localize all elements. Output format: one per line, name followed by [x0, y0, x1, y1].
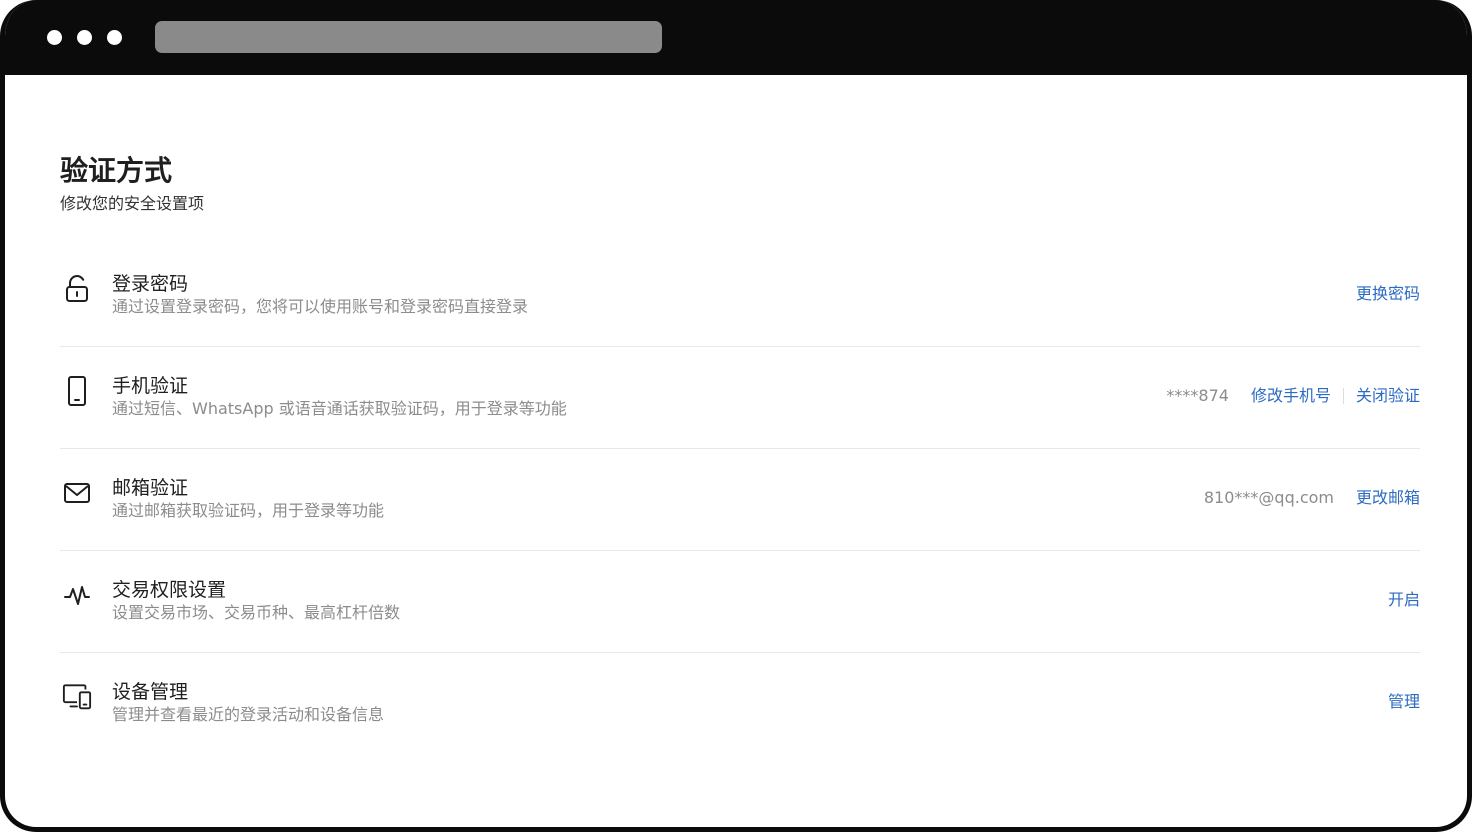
- security-item-title: 设备管理: [112, 681, 189, 703]
- masked-phone-number: ****874: [1166, 386, 1229, 405]
- masked-email: 810***@qq.com: [1203, 488, 1334, 507]
- security-item-actions: 开启: [1388, 589, 1420, 611]
- security-item-actions: 管理: [1388, 691, 1420, 713]
- window-dot-1[interactable]: [47, 30, 62, 45]
- modify-phone-link[interactable]: 修改手机号: [1251, 385, 1331, 407]
- security-item-phone-verification: 手机验证 通过短信、WhatsApp 或语音通话获取验证码，用于登录等功能 **…: [60, 347, 1420, 449]
- window-dot-3[interactable]: [107, 30, 122, 45]
- browser-window: 验证方式 修改您的安全设置项 登录密码 通过设置登录密码，您将可以使用账号和登录…: [0, 0, 1472, 832]
- activity-icon: [62, 578, 92, 612]
- security-item-actions: 810***@qq.com 更改邮箱: [1204, 487, 1420, 509]
- page-title: 验证方式: [60, 154, 173, 187]
- security-item-description: 通过设置登录密码，您将可以使用账号和登录密码直接登录: [112, 297, 529, 316]
- devices-icon: [62, 680, 92, 714]
- security-item-title: 交易权限设置: [112, 579, 227, 601]
- window-dot-2[interactable]: [77, 30, 92, 45]
- security-item-title: 邮箱验证: [112, 477, 189, 499]
- security-item-description: 管理并查看最近的登录活动和设备信息: [112, 705, 385, 724]
- security-item-title: 手机验证: [112, 375, 189, 397]
- manage-devices-link[interactable]: 管理: [1388, 691, 1420, 713]
- address-bar[interactable]: [155, 21, 662, 53]
- browser-title-bar: [5, 0, 1467, 75]
- enable-trading-permissions-link[interactable]: 开启: [1388, 589, 1420, 611]
- change-password-link[interactable]: 更换密码: [1356, 283, 1420, 305]
- security-item-description: 设置交易市场、交易币种、最高杠杆倍数: [112, 603, 401, 622]
- security-items-list: 登录密码 通过设置登录密码，您将可以使用账号和登录密码直接登录 更换密码 手机验…: [60, 245, 1420, 755]
- security-item-trading-permissions: 交易权限设置 设置交易市场、交易币种、最高杠杆倍数 开启: [60, 551, 1420, 653]
- mail-icon: [62, 476, 92, 510]
- security-item-login-password: 登录密码 通过设置登录密码，您将可以使用账号和登录密码直接登录 更换密码: [60, 245, 1420, 347]
- page-subtitle: 修改您的安全设置项: [60, 194, 205, 213]
- unlock-icon: [62, 272, 92, 306]
- security-item-email-verification: 邮箱验证 通过邮箱获取验证码，用于登录等功能 810***@qq.com 更改邮…: [60, 449, 1420, 551]
- security-item-actions: ****874 修改手机号 关闭验证: [1166, 385, 1420, 407]
- disable-verification-link[interactable]: 关闭验证: [1356, 385, 1420, 407]
- security-item-device-management: 设备管理 管理并查看最近的登录活动和设备信息 管理: [60, 653, 1420, 755]
- change-email-link[interactable]: 更改邮箱: [1356, 487, 1420, 509]
- security-item-title: 登录密码: [112, 273, 189, 295]
- security-item-description: 通过短信、WhatsApp 或语音通话获取验证码，用于登录等功能: [112, 399, 567, 418]
- action-divider: [1342, 388, 1344, 404]
- mobile-phone-icon: [62, 374, 92, 408]
- security-item-actions: 更换密码: [1356, 283, 1420, 305]
- security-item-description: 通过邮箱获取验证码，用于登录等功能: [112, 501, 385, 520]
